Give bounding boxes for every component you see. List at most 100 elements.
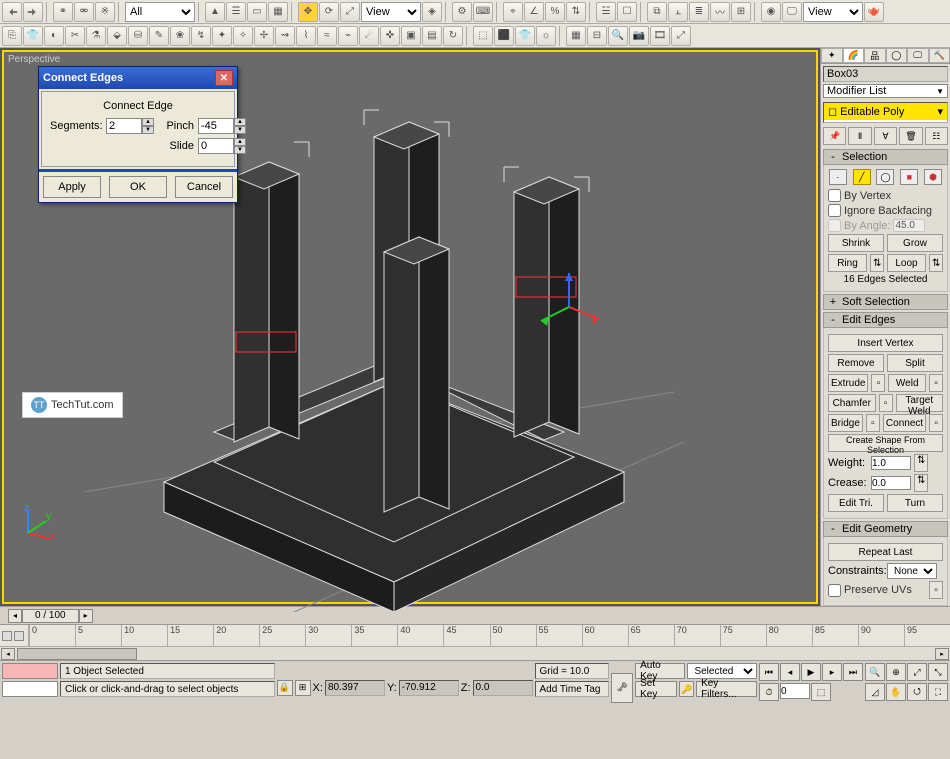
crease-field[interactable] [871,476,911,490]
connect-settings-icon[interactable]: ▫ [929,414,943,432]
lock-selection-icon[interactable]: 🔒 [277,680,293,696]
coord-x-field[interactable]: 80.397 [325,680,385,696]
edge-subobj-icon[interactable]: ╱ [853,169,871,185]
key-step-icon[interactable]: ⬚ [811,683,831,701]
goto-end-icon[interactable]: ⏭ [843,663,863,681]
loop-spinner[interactable]: ⇅ [929,254,943,272]
move-icon[interactable]: ✥ [298,2,318,22]
timeslider-handle[interactable]: 0 / 100 [22,609,79,623]
tool-q-icon[interactable]: ✜ [380,26,400,46]
bridge-button[interactable]: Bridge [828,414,863,432]
modify-tab-icon[interactable]: 🌈 [843,48,865,63]
tool-f-icon[interactable]: ✎ [149,26,169,46]
current-frame-field[interactable] [780,683,810,699]
scroll-thumb[interactable] [17,648,137,660]
zoom-extents-icon[interactable]: ⤢ [907,663,927,681]
ring-button[interactable]: Ring [828,254,867,272]
ring-spinner[interactable]: ⇅ [870,254,884,272]
segments-down-icon[interactable]: ▼ [142,126,154,134]
close-icon[interactable]: ✕ [215,70,233,86]
snap-2d-icon[interactable]: ⌖ [503,2,523,22]
horizontal-scrollbar[interactable]: ◂ ▸ [0,646,950,660]
split-button[interactable]: Split [887,354,943,372]
polygon-subobj-icon[interactable]: ■ [900,169,918,185]
tool-p-icon[interactable]: ☄ [359,26,379,46]
ignore-backfacing-checkbox[interactable]: Ignore Backfacing [828,204,943,217]
tool-j-icon[interactable]: ✧ [233,26,253,46]
scale-icon[interactable]: ⤢ [340,2,360,22]
slide-up-icon[interactable]: ▲ [234,138,246,146]
shrink-button[interactable]: Shrink [828,234,884,252]
select-window-crossing-icon[interactable]: ▦ [268,2,288,22]
vertex-subobj-icon[interactable]: · [829,169,847,185]
stack-item-editable-poly[interactable]: ◻ Editable Poly ▾ [824,103,947,120]
named-selection-icon[interactable]: ☱ [596,2,616,22]
layers-icon[interactable]: ≣ [689,2,709,22]
quick-render-icon[interactable]: 🫖 [864,2,884,22]
transform-typein-mode-icon[interactable]: ⊞ [295,680,311,696]
extrude-settings-icon[interactable]: ▫ [871,374,885,392]
cancel-button[interactable]: Cancel [175,176,233,198]
safe-frame-icon[interactable]: 📷 [629,26,649,46]
undo-icon[interactable] [2,2,22,22]
apply-button[interactable]: Apply [43,176,101,198]
reference-coord-dropdown[interactable]: View [361,2,421,22]
remove-button[interactable]: Remove [828,354,884,372]
tool-v-icon[interactable]: ⬛ [494,26,514,46]
orbit-icon[interactable]: ⭯ [907,683,927,701]
autokey-button[interactable]: Auto Key [635,663,685,679]
create-shape-button[interactable]: Create Shape From Selection [828,434,943,452]
tool-z-icon[interactable]: ⊟ [587,26,607,46]
maxscript-listener-icon[interactable] [2,663,58,679]
tool-r-icon[interactable]: ▣ [401,26,421,46]
create-tab-icon[interactable]: ✦ [821,48,843,63]
element-subobj-icon[interactable]: ⬢ [924,169,942,185]
tool-y-icon[interactable]: ▦ [566,26,586,46]
pivot-center-icon[interactable]: ◈ [422,2,442,22]
setkey-key-icon[interactable]: 🔑 [679,681,694,697]
pinch-down-icon[interactable]: ▼ [234,126,246,134]
snap-percent-icon[interactable]: % [545,2,565,22]
segments-up-icon[interactable]: ▲ [142,118,154,126]
show-end-result-icon[interactable]: Ⅱ [848,127,871,145]
expand-icon[interactable]: ⤢ [671,26,691,46]
extrude-button[interactable]: Extrude [828,374,868,392]
link-icon[interactable]: ⚭ [53,2,73,22]
coord-y-field[interactable]: -70.912 [399,680,459,696]
unlink-icon[interactable]: ⚮ [74,2,94,22]
keyfilters-button[interactable]: Key Filters... [696,681,757,697]
connect-button[interactable]: Connect [883,414,926,432]
crease-spinner[interactable]: ⇅ [914,474,928,492]
pinch-up-icon[interactable]: ▲ [234,118,246,126]
weight-field[interactable] [871,456,911,470]
scroll-right-icon[interactable]: ▸ [935,648,949,660]
setkey-button[interactable]: Set Key [635,681,677,697]
by-vertex-checkbox[interactable]: By Vertex [828,189,943,202]
tool-c-icon[interactable]: ⚗ [86,26,106,46]
turn-button[interactable]: Turn [887,494,943,512]
grow-button[interactable]: Grow [887,234,943,252]
select-by-name-icon[interactable]: ☰ [226,2,246,22]
selection-lock-icon[interactable]: ☐ [617,2,637,22]
tool-o-icon[interactable]: ⌁ [338,26,358,46]
weld-button[interactable]: Weld [888,374,926,392]
trackbar-toggle1-icon[interactable] [2,631,12,641]
zoom-extents-all-icon[interactable]: ⤡ [928,663,948,681]
prev-frame-icon[interactable]: ◂ [780,663,800,681]
preserve-uvs-settings-icon[interactable]: ▫ [929,581,943,599]
tool-b-icon[interactable]: ✂ [65,26,85,46]
tool-t-icon[interactable]: ↻ [443,26,463,46]
next-frame-icon[interactable]: ▸ [822,663,842,681]
track-ruler[interactable]: 0510152025303540455055606570758085909510… [28,625,950,646]
tool-m-icon[interactable]: ⌇ [296,26,316,46]
tool-i-icon[interactable]: ✦ [212,26,232,46]
play-icon[interactable]: ▶ [801,663,821,681]
tool-n-icon[interactable]: ≈ [317,26,337,46]
hierarchy-tab-icon[interactable]: 品 [864,48,886,63]
tool-x-icon[interactable]: ☼ [536,26,556,46]
tool-u-icon[interactable]: ⬚ [473,26,493,46]
time-config-icon[interactable]: ⏱ [759,683,779,701]
rollout-softselection-header[interactable]: +Soft Selection [823,294,948,310]
weld-settings-icon[interactable]: ▫ [929,374,943,392]
keyboard-shortcut-icon[interactable]: ⌨ [473,2,493,22]
